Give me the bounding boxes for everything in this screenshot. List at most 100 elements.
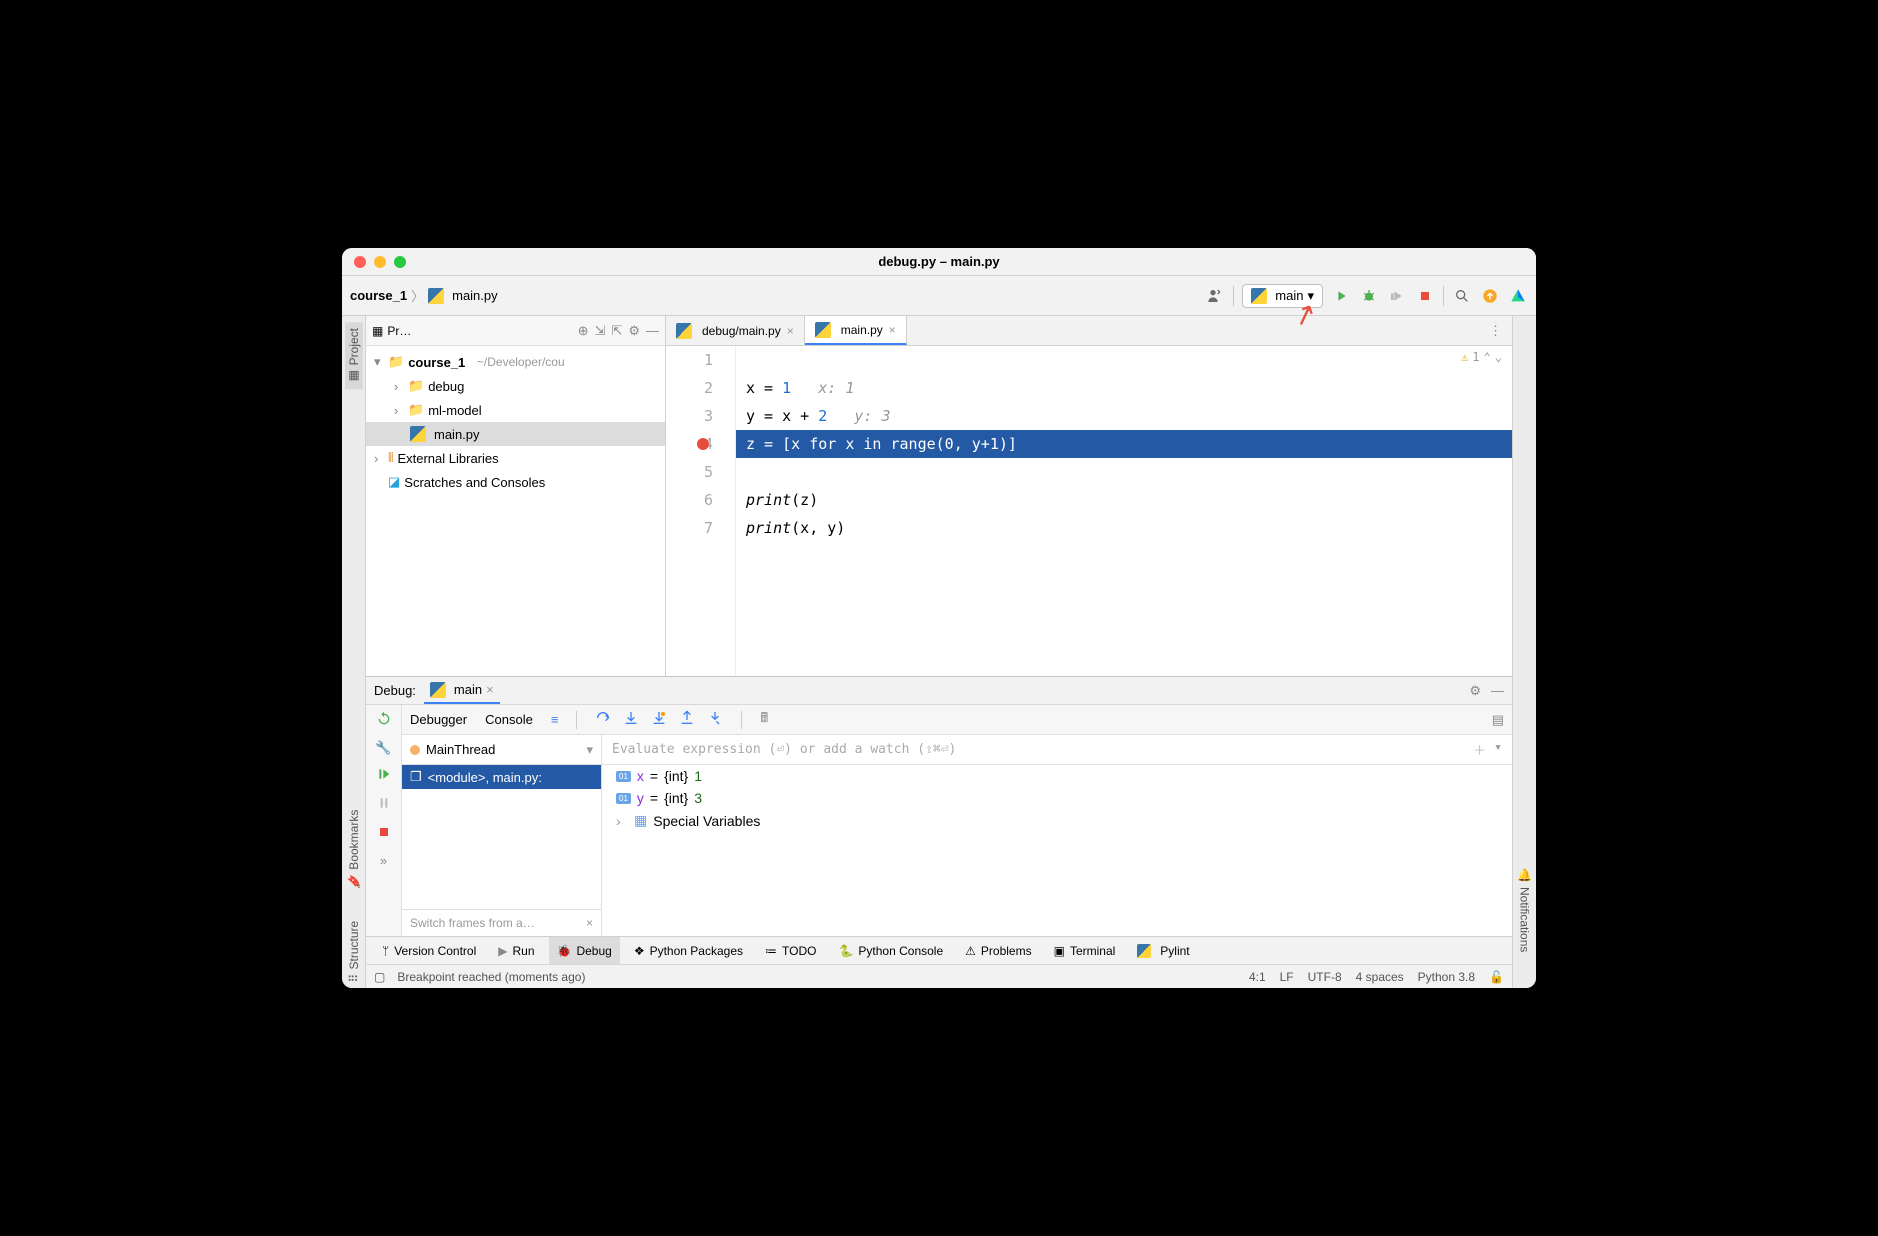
tree-file-main-py[interactable]: main.py <box>366 422 665 446</box>
editor-code-area[interactable]: x = 1 x: 1 y = x + 2 y: 3 z = [x for x i… <box>736 346 1512 676</box>
status-indent[interactable]: 4 spaces <box>1356 970 1404 984</box>
chevron-down-icon[interactable]: ▾ <box>1494 740 1502 759</box>
debug-session-tab[interactable]: main × <box>424 677 500 704</box>
rerun-button[interactable] <box>376 711 392 730</box>
stop-button[interactable] <box>1415 286 1435 306</box>
status-line-sep[interactable]: LF <box>1280 970 1294 984</box>
python-file-icon <box>676 323 692 339</box>
stop-debug-button[interactable] <box>376 824 392 843</box>
evaluate-expression-icon[interactable]: 🖩 <box>760 709 768 731</box>
status-message: Breakpoint reached (moments ago) <box>397 970 585 984</box>
titlebar: debug.py – main.py <box>342 248 1536 276</box>
tree-project-root[interactable]: ▾📁 course_1 ~/Developer/cou <box>366 350 665 374</box>
run-to-cursor-icon[interactable] <box>707 710 723 729</box>
resume-button[interactable] <box>376 766 392 785</box>
close-tab-icon[interactable]: × <box>787 324 794 338</box>
debugger-tab[interactable]: Debugger <box>410 712 467 727</box>
variable-x[interactable]: 01 x = {int} 1 <box>602 765 1512 787</box>
update-icon[interactable] <box>1480 286 1500 306</box>
run-button[interactable] <box>1331 286 1351 306</box>
breakpoint-icon[interactable] <box>697 438 709 450</box>
editor-gutter[interactable]: 1 2 3 4 5 6 7 <box>666 346 736 676</box>
variables-panel: Evaluate expression (⏎) or add a watch (… <box>602 735 1512 936</box>
python-packages-tab[interactable]: ❖Python Packages <box>626 937 751 964</box>
branch-icon: ᛘ <box>382 944 389 958</box>
warning-icon: ⚠ <box>965 944 976 958</box>
close-window-icon[interactable] <box>354 256 366 268</box>
inspection-widget[interactable]: ⚠1 ⌃ ⌄ <box>1461 350 1502 364</box>
more-debug-icon[interactable]: » <box>380 853 387 868</box>
project-tool-tab[interactable]: ▦ Project <box>345 322 363 389</box>
modify-run-config-icon[interactable]: 🔧 <box>375 740 391 756</box>
editor-more-icon[interactable]: ⋮ <box>1479 316 1512 345</box>
thread-select[interactable]: MainThread▾ <box>402 735 601 765</box>
breadcrumb-root[interactable]: course_1 <box>350 288 407 303</box>
add-watch-icon[interactable]: ＋ <box>1473 740 1486 759</box>
run-tab[interactable]: ▶Run <box>490 937 542 964</box>
structure-tool-tab[interactable]: ⠿ Structure <box>345 915 363 988</box>
tool-windows-icon[interactable]: ▢ <box>374 970 385 984</box>
chevron-up-icon[interactable]: ⌃ <box>1484 350 1491 364</box>
close-hint-icon[interactable]: × <box>586 916 593 930</box>
watch-input[interactable]: Evaluate expression (⏎) or add a watch (… <box>602 735 1512 765</box>
chevron-down-icon[interactable]: ⌄ <box>1495 350 1502 364</box>
status-interpreter[interactable]: Python 3.8 <box>1418 970 1475 984</box>
debug-button[interactable] <box>1359 286 1379 306</box>
ide-services-icon[interactable] <box>1508 286 1528 306</box>
user-icon[interactable] <box>1205 286 1225 306</box>
run-coverage-button[interactable] <box>1387 286 1407 306</box>
notifications-tool-tab[interactable]: 🔔 Notifications <box>1516 862 1534 958</box>
hide-debug-icon[interactable]: — <box>1491 683 1504 699</box>
tree-folder-debug[interactable]: ›📁 debug <box>366 374 665 398</box>
int-badge-icon: 01 <box>616 793 631 804</box>
expand-all-icon[interactable]: ⇲ <box>595 323 606 339</box>
lock-icon[interactable]: 🔓 <box>1489 970 1504 984</box>
select-opened-icon[interactable]: ⊕ <box>578 323 589 339</box>
step-over-icon[interactable] <box>595 710 611 729</box>
status-encoding[interactable]: UTF-8 <box>1308 970 1342 984</box>
debug-label: Debug: <box>374 683 416 698</box>
python-console-tab[interactable]: 🐍Python Console <box>830 937 951 964</box>
editor-tab-main[interactable]: main.py× <box>805 316 907 345</box>
debug-gear-icon[interactable]: ⚙ <box>1469 683 1481 699</box>
search-icon[interactable] <box>1452 286 1472 306</box>
python-icon <box>430 682 446 698</box>
tree-folder-ml-model[interactable]: ›📁 ml-model <box>366 398 665 422</box>
minimize-window-icon[interactable] <box>374 256 386 268</box>
run-config-select[interactable]: main ▾ <box>1242 284 1323 308</box>
frames-panel: MainThread▾ ❐<module>, main.py: Switch f… <box>402 735 602 936</box>
console-tab[interactable]: Console <box>485 712 533 727</box>
stack-frame[interactable]: ❐<module>, main.py: <box>402 765 601 789</box>
execution-line: z = [x for x in range(0, y+1)] <box>736 430 1512 458</box>
hide-icon[interactable]: — <box>646 323 659 339</box>
pylint-tab[interactable]: Pylint <box>1129 937 1197 964</box>
tree-external-libraries[interactable]: ›⫴ External Libraries <box>366 446 665 470</box>
step-out-icon[interactable] <box>679 710 695 729</box>
version-control-tab[interactable]: ᛘVersion Control <box>374 937 484 964</box>
special-variables[interactable]: ›▦ Special Variables <box>602 809 1512 832</box>
editor-tab-debug-main[interactable]: debug/main.py× <box>666 316 805 345</box>
collapse-all-icon[interactable]: ⇱ <box>611 323 622 339</box>
debug-tab[interactable]: 🐞Debug <box>549 937 620 964</box>
bookmarks-tool-tab[interactable]: 🔖 Bookmarks <box>345 804 363 895</box>
terminal-tab[interactable]: ▣Terminal <box>1046 937 1124 964</box>
breadcrumb[interactable]: course_1 〉 main.py <box>350 286 498 305</box>
step-into-icon[interactable] <box>623 710 639 729</box>
project-view-select[interactable]: ▦ Pr… <box>372 324 411 338</box>
tree-scratches[interactable]: ◪ Scratches and Consoles <box>366 470 665 494</box>
status-position[interactable]: 4:1 <box>1249 970 1266 984</box>
close-session-icon[interactable]: × <box>486 682 494 697</box>
breadcrumb-file[interactable]: main.py <box>452 288 498 303</box>
gear-icon[interactable]: ⚙ <box>628 323 640 339</box>
thread-dump-icon[interactable]: ≡ <box>551 712 559 727</box>
step-into-my-code-icon[interactable] <box>651 710 667 729</box>
frame-icon: ❐ <box>410 769 422 785</box>
zoom-window-icon[interactable] <box>394 256 406 268</box>
close-tab-icon[interactable]: × <box>889 323 896 337</box>
variable-y[interactable]: 01 y = {int} 3 <box>602 787 1512 809</box>
todo-tab[interactable]: ≔TODO <box>757 937 824 964</box>
layout-settings-icon[interactable]: ▤ <box>1492 712 1504 728</box>
problems-tab[interactable]: ⚠Problems <box>957 937 1039 964</box>
thread-status-icon <box>410 745 420 755</box>
group-icon: ▦ <box>634 812 647 829</box>
